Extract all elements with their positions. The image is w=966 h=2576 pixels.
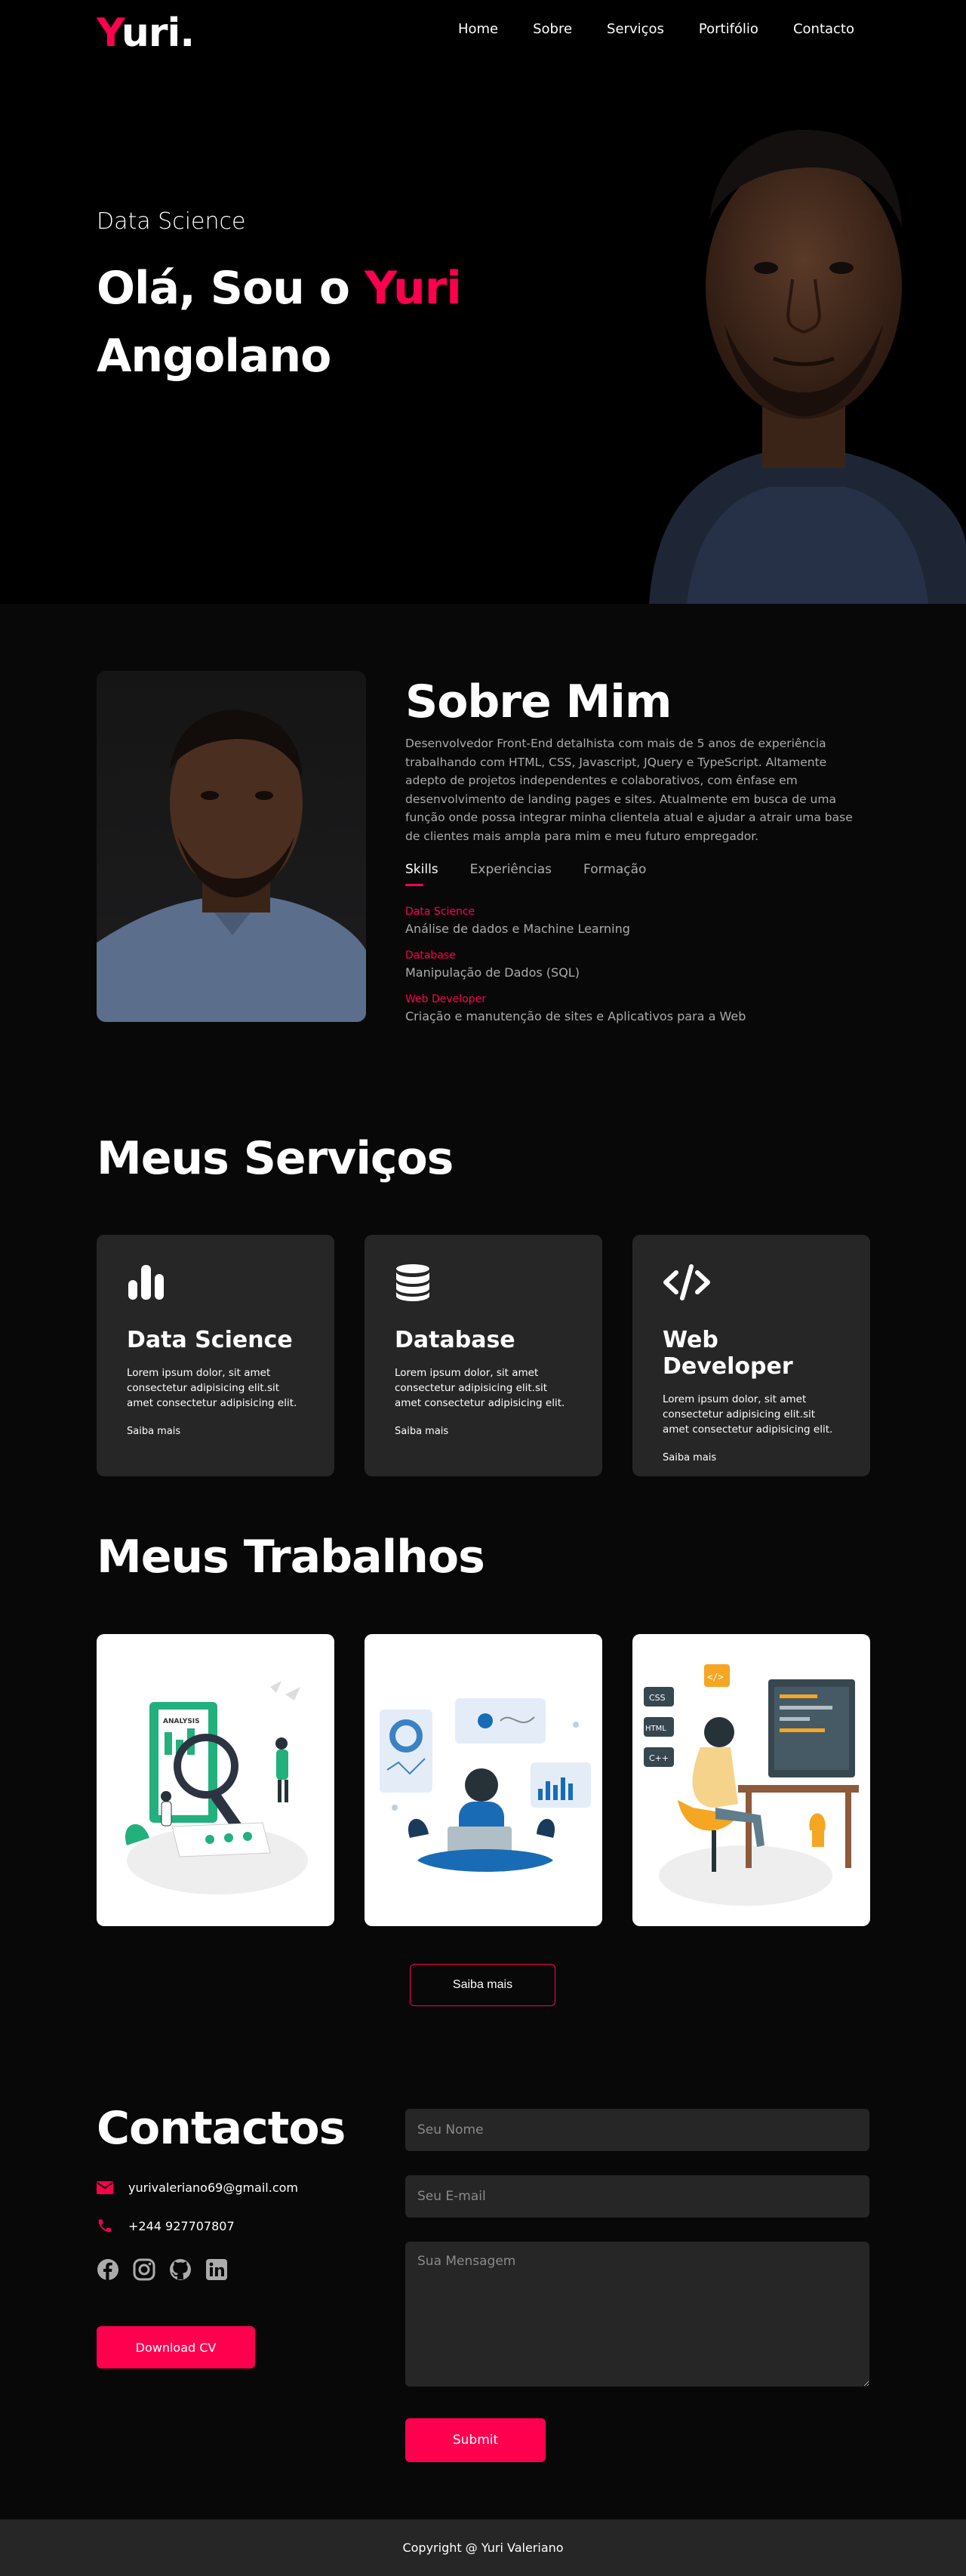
code-icon [663, 1264, 710, 1300]
phone-icon [98, 2219, 112, 2233]
work-item-analysis[interactable]: ANALYSIS [97, 1634, 334, 1926]
cpp-label: C++ [649, 1753, 669, 1763]
hero-text: Data Science Olá, Sou o Yuri Angolano [97, 208, 462, 390]
skill-name: Data Science [405, 906, 475, 918]
service-card-database: Database Lorem ipsum dolor, sit amet con… [365, 1235, 602, 1476]
logo[interactable]: Yuri. [97, 11, 195, 56]
main-nav: Home Sobre Serviços Portifólio Contacto [458, 21, 854, 37]
card-title: Data Science [127, 1327, 293, 1353]
github-icon[interactable] [169, 2258, 192, 2281]
nav-portifolio[interactable]: Portifólio [699, 21, 758, 37]
database-icon [396, 1264, 429, 1301]
contact-phone[interactable]: +244 927707807 [128, 2219, 235, 2233]
skill-description: Manipulação de Dados (SQL) [405, 965, 580, 980]
contact-phone-row: +244 927707807 [97, 2217, 398, 2234]
hero-name: Yuri [364, 262, 462, 315]
submit-button[interactable]: Submit [405, 2418, 546, 2462]
skill-description: Criação e manutenção de sites e Aplicati… [405, 1009, 746, 1023]
work-item-dashboard[interactable] [365, 1634, 602, 1926]
email-field[interactable] [405, 2175, 869, 2217]
card-link[interactable]: Saiba mais [395, 1426, 572, 1437]
about-title: Sobre Mim [405, 676, 672, 728]
nav-home[interactable]: Home [458, 21, 498, 37]
more-works-button[interactable]: Saiba mais [410, 1964, 555, 2006]
card-text: Lorem ipsum dolor, sit amet consectetur … [127, 1367, 297, 1409]
html-label: HTML [645, 1725, 666, 1733]
service-card-web-developer: Web Developer Lorem ipsum dolor, sit ame… [632, 1235, 870, 1476]
nav-servicos[interactable]: Serviços [607, 21, 664, 37]
analysis-label: ANALYSIS [163, 1718, 200, 1725]
contact-info: Contactos yurivaleriano69@gmail.com +244… [97, 2102, 398, 2368]
code-tag-label: </> [707, 1672, 724, 1682]
footer: Copyright @ Yuri Valeriano [0, 2519, 966, 2576]
list-item: Database Manipulação de Dados (SQL) [405, 949, 858, 980]
chart-bars-icon [128, 1265, 164, 1300]
about-portrait-image [97, 709, 366, 1022]
nav-contacto[interactable]: Contacto [793, 21, 854, 37]
nav-sobre[interactable]: Sobre [533, 21, 572, 37]
services-list: Data Science Lorem ipsum dolor, sit amet… [97, 1235, 870, 1476]
tab-skills[interactable]: Skills [405, 862, 438, 886]
contact-email-row: yurivaleriano69@gmail.com [97, 2181, 398, 2195]
card-link[interactable]: Saiba mais [127, 1426, 304, 1437]
hero-section: Yuri. Home Sobre Serviços Portifólio Con… [0, 0, 966, 604]
hero-greeting: Olá, Sou o [97, 262, 365, 315]
card-text: Lorem ipsum dolor, sit amet consectetur … [395, 1367, 565, 1409]
hero-subtitle: Data Science [97, 208, 246, 235]
message-field[interactable] [405, 2242, 869, 2387]
service-card-data-science: Data Science Lorem ipsum dolor, sit amet… [97, 1235, 334, 1476]
social-links [97, 2258, 398, 2281]
envelope-icon [97, 2181, 113, 2194]
dashboard-illustration [380, 1698, 591, 1872]
card-title: Database [395, 1327, 515, 1353]
about-description: Desenvolvedor Front-End detalhista com m… [405, 737, 853, 843]
card-link[interactable]: Saiba mais [663, 1452, 840, 1463]
copyright-text: Copyright @ Yuri Valeriano [402, 2541, 564, 2555]
logo-initial: Y [97, 11, 122, 56]
skills-list: Data Science Análise de dados e Machine … [405, 906, 858, 1023]
name-field[interactable] [405, 2109, 869, 2151]
card-text: Lorem ipsum dolor, sit amet consectetur … [663, 1393, 833, 1436]
tab-formacao[interactable]: Formação [583, 862, 646, 886]
hero-portrait-photo [649, 129, 966, 604]
developer-illustration: CSS HTML C++ </> [644, 1664, 859, 1906]
contact-form: Submit [405, 2109, 869, 2462]
about-content: Sobre Mim Desenvolvedor Front-End detalh… [405, 676, 858, 1037]
services-title: Meus Serviços [97, 1132, 454, 1185]
download-cv-button[interactable]: Download CV [97, 2326, 255, 2368]
works-list: ANALYSIS CSS HTML C++ </> [97, 1634, 870, 1926]
instagram-icon[interactable] [133, 2258, 155, 2281]
skill-description: Análise de dados e Machine Learning [405, 922, 630, 936]
about-tabs: Skills Experiências Formação [405, 862, 858, 886]
list-item: Web Developer Criação e manutenção de si… [405, 993, 858, 1023]
tab-experiencias[interactable]: Experiências [470, 862, 552, 886]
facebook-icon[interactable] [97, 2258, 119, 2281]
linkedin-icon[interactable] [205, 2258, 228, 2281]
work-item-developer[interactable]: CSS HTML C++ </> [632, 1634, 870, 1926]
logo-dot: . [180, 11, 195, 56]
card-title: Web Developer [663, 1327, 793, 1380]
hero-line2: Angolano [97, 330, 331, 383]
about-photo [97, 671, 366, 1022]
skill-name: Web Developer [405, 993, 486, 1005]
contact-title: Contactos [97, 2102, 346, 2155]
analysis-illustration: ANALYSIS [125, 1681, 308, 1894]
hero-title: Olá, Sou o Yuri Angolano [97, 254, 462, 390]
css-label: CSS [649, 1693, 666, 1703]
logo-text: uri [121, 11, 180, 56]
list-item: Data Science Análise de dados e Machine … [405, 906, 858, 936]
skill-name: Database [405, 949, 456, 962]
works-title: Meus Trabalhos [97, 1531, 485, 1583]
contact-email[interactable]: yurivaleriano69@gmail.com [128, 2181, 298, 2195]
